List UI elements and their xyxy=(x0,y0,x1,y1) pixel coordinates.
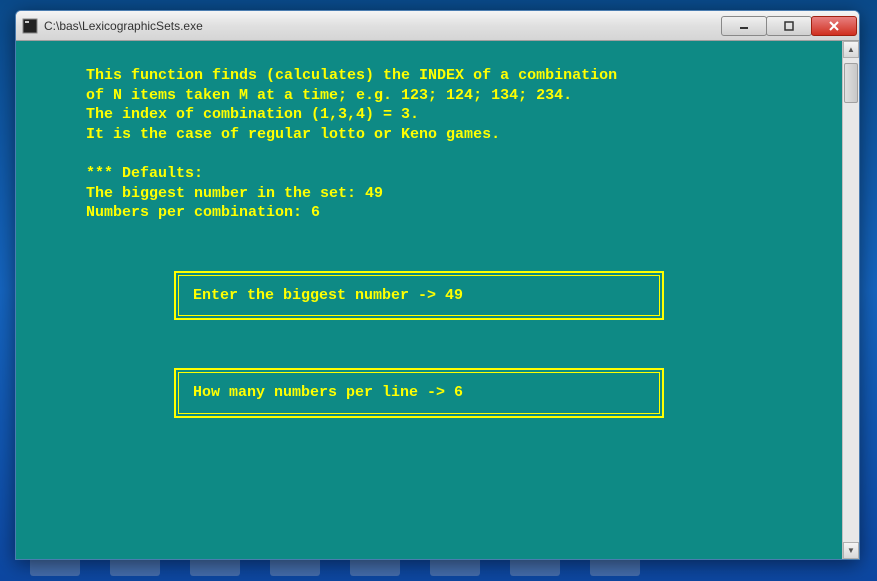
defaults-perline: Numbers per combination: 6 xyxy=(86,203,824,223)
prompt-value: 49 xyxy=(445,287,463,304)
prompt-numbers-per-line[interactable]: How many numbers per line -> 6 xyxy=(174,368,664,418)
application-window: C:\bas\LexicographicSets.exe This functi… xyxy=(15,10,860,560)
console-text-line: This function finds (calculates) the IND… xyxy=(86,66,824,86)
prompt-value: 6 xyxy=(454,384,463,401)
console-area: This function finds (calculates) the IND… xyxy=(16,41,859,559)
close-button[interactable] xyxy=(811,16,857,36)
window-controls xyxy=(722,16,857,36)
console-text-line: of N items taken M at a time; e.g. 123; … xyxy=(86,86,824,106)
scroll-thumb[interactable] xyxy=(844,63,858,103)
vertical-scrollbar[interactable]: ▲ ▼ xyxy=(842,41,859,559)
prompt-biggest-number[interactable]: Enter the biggest number -> 49 xyxy=(174,271,664,321)
prompt-label: How many numbers per line -> xyxy=(193,384,454,401)
console-content[interactable]: This function finds (calculates) the IND… xyxy=(16,41,842,559)
console-text-line: The index of combination (1,3,4) = 3. xyxy=(86,105,824,125)
window-title: C:\bas\LexicographicSets.exe xyxy=(44,19,722,33)
scroll-down-button[interactable]: ▼ xyxy=(843,542,859,559)
defaults-biggest: The biggest number in the set: 49 xyxy=(86,184,824,204)
console-text-line: It is the case of regular lotto or Keno … xyxy=(86,125,824,145)
maximize-button[interactable] xyxy=(766,16,812,36)
prompt-label: Enter the biggest number -> xyxy=(193,287,445,304)
minimize-button[interactable] xyxy=(721,16,767,36)
scroll-track[interactable] xyxy=(843,58,859,542)
app-icon xyxy=(22,18,38,34)
titlebar[interactable]: C:\bas\LexicographicSets.exe xyxy=(16,11,859,41)
scroll-up-button[interactable]: ▲ xyxy=(843,41,859,58)
defaults-header: *** Defaults: xyxy=(86,164,824,184)
